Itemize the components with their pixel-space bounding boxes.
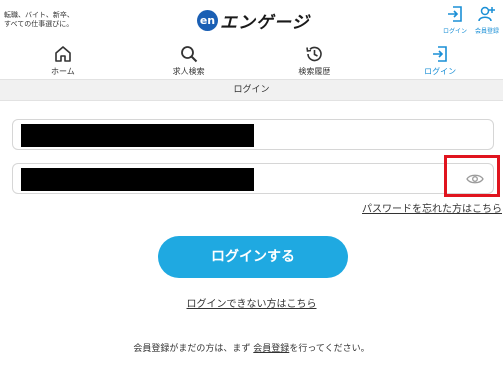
engage-logo[interactable]: en エンゲージ (197, 8, 310, 33)
logo-mark: en (197, 10, 218, 31)
cant-login-row: ログインできない方はこちら (0, 295, 503, 310)
redacted-email (21, 124, 254, 147)
nav-item-login-label: ログイン (424, 67, 457, 76)
register-note: 会員登録がまだの方は、まず 会員登録を行ってください。 (0, 341, 503, 354)
register-note-suffix: を行ってください。 (289, 344, 370, 354)
highlight-box (444, 155, 500, 197)
section-title: ログイン (0, 79, 503, 101)
login-button[interactable]: ログインする (158, 236, 348, 278)
cant-login-link[interactable]: ログインできない方はこちら (187, 299, 317, 310)
register-link[interactable]: 会員登録 (253, 344, 289, 354)
header-register-button[interactable]: 会員登録 (471, 5, 503, 35)
search-icon (180, 46, 197, 63)
tagline-line-1: 転職、バイト、新卒、 (4, 11, 74, 19)
login-icon (448, 6, 462, 22)
header-login-label: ログイン (442, 28, 467, 35)
password-field[interactable] (12, 163, 494, 194)
add-user-icon (478, 6, 495, 22)
nav-item-home-label: ホーム (50, 67, 75, 76)
nav-item-home[interactable]: ホーム (0, 41, 126, 79)
forgot-password-link[interactable]: パスワードを忘れた方はこちら (362, 200, 502, 215)
home-icon (55, 46, 71, 62)
tagline: 転職、バイト、新卒、 すべての仕事選びに。 (4, 11, 94, 29)
nav-item-history-label: 検索履歴 (298, 67, 331, 76)
history-icon (306, 46, 323, 62)
header: 転職、バイト、新卒、 すべての仕事選びに。 en エンゲージ ログイン 会員登録 (0, 0, 503, 40)
nav-item-search-label: 求人検索 (172, 67, 205, 76)
tagline-line-2: すべての仕事選びに。 (4, 20, 74, 28)
email-field[interactable] (12, 119, 494, 150)
redacted-password (21, 168, 254, 191)
header-register-label: 会員登録 (474, 28, 499, 35)
login-icon (433, 46, 447, 62)
header-login-button[interactable]: ログイン (439, 5, 471, 35)
nav-item-login[interactable]: ログイン (377, 41, 503, 79)
register-note-prefix: 会員登録がまだの方は、まず (133, 344, 251, 354)
bottom-nav: ホーム 求人検索 検索履歴 ログイン (0, 41, 503, 79)
nav-item-history[interactable]: 検索履歴 (252, 41, 378, 79)
logo-text: エンゲージ (220, 13, 310, 33)
nav-item-search[interactable]: 求人検索 (126, 41, 252, 79)
